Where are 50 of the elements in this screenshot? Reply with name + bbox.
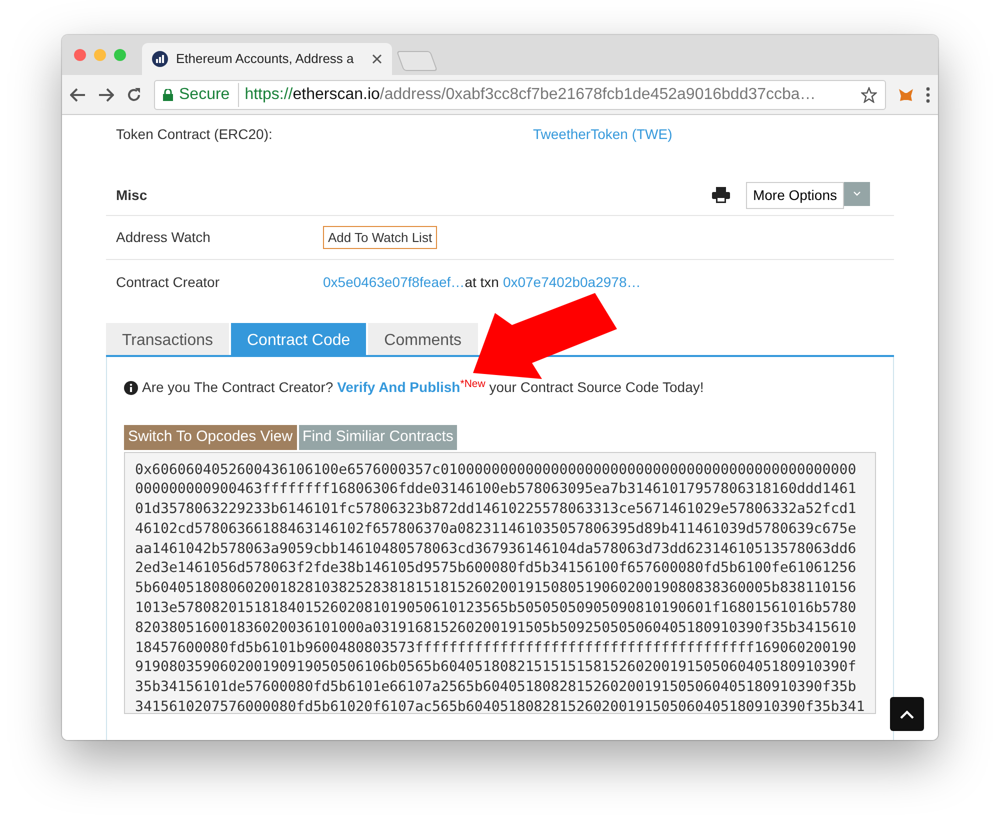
code-line: 3415610207576000080fd5b61020f6107ac565b6040518082815260200191505060405180910390f35b341 xyxy=(135,698,865,712)
lock-icon xyxy=(163,88,173,100)
code-line: 46102cd57806366188463146102f657806370a082311461035057806395d89b411461039d5780639c675e xyxy=(135,520,858,539)
tab[interactable]: Comments xyxy=(368,323,478,355)
find-contracts-button[interactable]: Find Similiar Contracts xyxy=(298,425,458,450)
print-icon[interactable] xyxy=(712,187,730,203)
secure-label: Secure xyxy=(179,82,239,106)
code-line: 5b6040518080602001828103825283818151815260200191508051906020019080838360005b838110156 xyxy=(135,579,858,598)
code-line: 2ed3e1461056d578063f2fde38b146105d9575b600080fd5b34156100f657600080fd5b6100fe61061256 xyxy=(135,559,858,578)
close-icon[interactable] xyxy=(372,54,382,64)
forward-icon[interactable] xyxy=(98,88,114,102)
creator-address-link[interactable]: 0x5e0463e07f8feaef… xyxy=(323,272,465,292)
tab-title: Ethereum Accounts, Address a xyxy=(176,50,355,68)
field-label: Token Contract (ERC20): xyxy=(116,124,274,144)
switch-view-button[interactable]: Switch To Opcodes View xyxy=(124,425,297,450)
field-label: Contract Creator xyxy=(116,272,220,292)
bytecode-field[interactable] xyxy=(124,452,876,714)
at-txn-label: at txn xyxy=(464,272,499,292)
caret-icon xyxy=(853,191,861,196)
tab[interactable]: Transactions xyxy=(106,323,229,355)
address-bar[interactable]: Secure https://etherscan.io/address/0xabf3cc8cf7be21678fcb1de452a9016bdd37ccba… xyxy=(154,80,886,110)
menu-icon[interactable] xyxy=(926,86,930,102)
tab[interactable]: Contract Code xyxy=(231,323,366,355)
code-line: 18457600080fd5b6101b9600480803573ffffffffffffffffffffffffffffffffffffffff169060200190 xyxy=(135,638,858,658)
caret-icon xyxy=(900,710,914,718)
notice-text: Are you The Contract Creator? Verify And Publish$^{*New}$ your Contract Source Code Today! xyxy=(142,377,704,397)
more-options-button[interactable]: More Options xyxy=(746,182,844,208)
site-logo-icon xyxy=(152,51,168,67)
token-link[interactable]: TweetherToken (TWE) xyxy=(533,124,672,144)
code-line: 1013e578082015181840152602081019050610123565b50505050905090810190601f16801561016b5780 xyxy=(135,599,858,618)
url-text: https://etherscan.io/address/0xabf3cc8cf7be21678fcb1de452a9016bdd37ccba… xyxy=(244,84,816,104)
code-line: 0x6060604052600436106100e6576000357c0100000000000000000000000000000000000000000000000 xyxy=(135,460,858,480)
star-icon[interactable] xyxy=(861,86,877,102)
code-line: 820380516001836020036101000a031916815260200191505b509250505060405180910390f35b3415610 xyxy=(135,618,858,638)
dropdown-toggle[interactable] xyxy=(844,182,870,206)
code-line: 35b34156101de57600080fd5b6101e66107a2565b6040518082815260200191505060405180910390f35b xyxy=(135,678,858,698)
section-title: Misc xyxy=(116,186,148,204)
scroll-to-top-button[interactable] xyxy=(890,697,924,731)
browser-tab[interactable]: Ethereum Accounts, Address a xyxy=(142,43,392,75)
field-label: Address Watch xyxy=(116,228,212,247)
verify-and-publish-link[interactable]: Verify And Publish xyxy=(337,379,460,395)
code-line: 000000000900463ffffffff16806306fdde03146100eb578063095ea7b31461017957806318160ddd1461 xyxy=(135,480,858,500)
back-icon[interactable] xyxy=(70,88,86,102)
transaction-link[interactable]: 0x07e7402b0a2978… xyxy=(502,272,641,292)
info-icon xyxy=(124,380,138,394)
code-line: 01d3578063229233b6146101fc57806323b872dd14610225578063313ce5671461029e57806332a52fcd1 xyxy=(135,500,858,520)
code-line: aa1461042b578063a9059cbb14610480578063cd367936146104da578063d73dd62314610513578063dd6 xyxy=(135,540,858,559)
code-line: 919080359060200190919050506106b0565b604051808215151515815260200191505060405180910390f xyxy=(135,658,858,678)
reload-icon[interactable] xyxy=(126,86,142,102)
add-to-watch-list-button[interactable]: Add To Watch List xyxy=(323,226,438,250)
